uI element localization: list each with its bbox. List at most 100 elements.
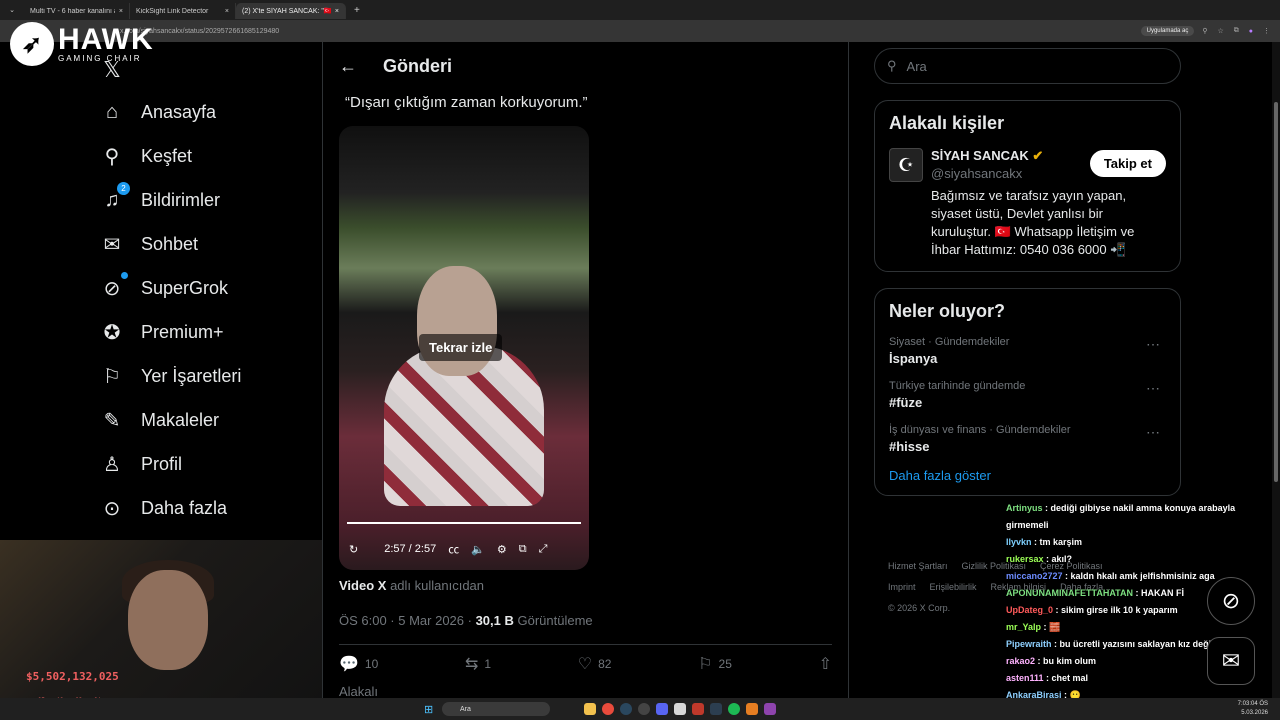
app-icon[interactable] (746, 703, 758, 715)
star-icon[interactable]: ☆ (1217, 27, 1223, 35)
steam-icon[interactable] (620, 703, 632, 715)
related-people-card: Alakalı kişiler ☪ SİYAH SANCAK ✔ @siyahs… (874, 100, 1181, 272)
popout-icon[interactable]: ⧉ (519, 543, 527, 556)
chat-username[interactable]: Artinyus (1006, 503, 1043, 513)
follow-button[interactable]: Takip et (1089, 150, 1166, 177)
replay-button[interactable]: Tekrar izle (419, 334, 503, 361)
open-in-app-button[interactable]: Uygulamada aç (1140, 26, 1195, 36)
tab-multitv[interactable]: Multi TV - 6 haber kanalını aynı× (24, 3, 130, 19)
scrollbar-thumb[interactable] (1274, 102, 1278, 482)
repost-button[interactable]: ⇆ 1 (465, 654, 491, 674)
heart-icon: ♡ (577, 656, 593, 673)
bookmark-button[interactable]: ⚐ 25 (698, 654, 732, 674)
new-tab-icon[interactable]: + (354, 5, 360, 16)
more-options-icon[interactable]: ⋯ (1146, 424, 1160, 441)
video-player[interactable]: Tekrar izle ↻ 2:57 / 2:57 ㏄ 🔈 ⚙ ⧉ ⤢ (339, 126, 589, 570)
home-icon: ⌂ (105, 100, 119, 123)
show-more-link[interactable]: Daha fazla göster (889, 468, 1166, 483)
post-timestamp[interactable]: ÖS 6:00 · 5 Mar 2026 · (339, 613, 476, 628)
close-icon[interactable]: × (119, 8, 123, 15)
nav-bookmarks[interactable]: ⚐ Yer İşaretleri (100, 354, 241, 398)
chat-username[interactable]: Pipewraith (1006, 639, 1052, 649)
menu-icon[interactable]: ⋮ (1263, 27, 1270, 35)
money-counter: $5,502,132,025 (26, 670, 119, 683)
grok-floating-button[interactable]: ⊘ (1207, 577, 1255, 625)
app-icon[interactable] (764, 703, 776, 715)
chat-username[interactable]: Ilyvkn (1006, 537, 1032, 547)
zoom-icon[interactable]: ⚲ (1202, 27, 1207, 35)
extensions-icon[interactable]: ⧉ (1234, 27, 1239, 35)
close-icon[interactable]: × (225, 8, 229, 15)
chat-text: : HAKAN Fİ (1132, 588, 1184, 598)
nav-messages[interactable]: ✉ Sohbet (100, 222, 241, 266)
hawk-logo-icon: ➶ (10, 22, 54, 66)
like-button[interactable]: ♡ 82 (578, 654, 612, 674)
tab-menu-icon[interactable]: ⌄ (0, 6, 24, 14)
windows-start-icon[interactable]: ⊞ (424, 703, 433, 716)
footer-link[interactable]: Erişilebilirlik (930, 582, 977, 592)
trend-item[interactable]: Türkiye tarihinde gündemde #füze ⋯ (889, 380, 1166, 410)
back-arrow-icon[interactable]: ← (339, 56, 357, 77)
chat-username[interactable]: miccano2727 (1006, 571, 1063, 581)
chat-text: : chet mal (1043, 673, 1089, 683)
settings-gear-icon[interactable]: ⚙ (497, 543, 507, 556)
nav-supergrok[interactable]: ⊘ SuperGrok (100, 266, 241, 310)
messages-floating-button[interactable]: ✉ (1207, 637, 1255, 685)
nav-explore[interactable]: ⚲ Keşfet (100, 134, 241, 178)
app-icon[interactable] (674, 703, 686, 715)
chat-username[interactable]: APONUNAMINAFETTAHATAN (1006, 588, 1133, 598)
taskbar-search[interactable]: Ara (442, 702, 550, 716)
webcam-face (128, 570, 208, 670)
fullscreen-icon[interactable]: ⤢ (539, 543, 548, 556)
taskbar-clock[interactable]: 7:03:04 ÖS 5.03.2026 (1238, 700, 1268, 718)
repost-icon: ⇆ (464, 656, 479, 673)
spotify-icon[interactable] (728, 703, 740, 715)
replay-icon[interactable]: ↻ (349, 543, 358, 556)
discord-icon[interactable] (656, 703, 668, 715)
profile-avatar[interactable]: ● (1249, 28, 1253, 35)
webcam-overlay: $5,502,132,025 05120304 (0, 540, 322, 710)
search-input[interactable]: ⚲ Ara (874, 48, 1181, 84)
footer-link[interactable]: Hizmet Şartları (888, 561, 948, 571)
chat-text: : sikim girse ilk 10 k yaparım (1053, 605, 1178, 615)
app-icon[interactable] (710, 703, 722, 715)
nav-more[interactable]: ⊙ Daha fazla (100, 486, 241, 530)
avatar[interactable]: ☪ (889, 148, 923, 182)
explorer-icon[interactable] (584, 703, 596, 715)
app-icon[interactable] (692, 703, 704, 715)
nav-home[interactable]: ⌂ Anasayfa (100, 90, 241, 134)
search-icon: ⚲ (887, 58, 897, 73)
more-options-icon[interactable]: ⋯ (1146, 380, 1160, 397)
nav-articles[interactable]: ✎ Makaleler (100, 398, 241, 442)
share-button[interactable]: ⇧ (819, 654, 832, 674)
chat-message: rukersax : akıl? (1006, 551, 1270, 568)
chat-username[interactable]: UpDateg_0 (1006, 605, 1053, 615)
trend-item[interactable]: Siyaset · Gündemdekiler İspanya ⋯ (889, 336, 1166, 366)
chat-text: : bu kim olum (1035, 656, 1097, 666)
video-source-name[interactable]: Video X (339, 578, 386, 593)
trend-item[interactable]: İş dünyası ve finans · Gündemdekiler #his… (889, 424, 1166, 454)
volume-icon[interactable]: 🔈 (471, 543, 485, 556)
related-section-label: Alakalı (339, 684, 379, 699)
reply-button[interactable]: 💬 10 (339, 654, 378, 674)
tab-x-post[interactable]: (2) X'te SİYAH SANCAK: "🇹🇷 2 × (236, 3, 346, 19)
url-field[interactable]: x.com/siyahsancakx/status/20295726616851… (120, 28, 1141, 35)
nav-premium[interactable]: ✪ Premium+ (100, 310, 241, 354)
more-options-icon[interactable]: ⋯ (1146, 336, 1160, 353)
footer-link[interactable]: Imprint (888, 582, 916, 592)
person-item[interactable]: ☪ SİYAH SANCAK ✔ @siyahsancakx Bağımsız … (889, 148, 1166, 259)
chrome-icon[interactable] (602, 703, 614, 715)
chat-username[interactable]: rakao2 (1006, 656, 1035, 666)
close-icon[interactable]: × (335, 8, 339, 15)
chat-username[interactable]: mr_Yalp (1006, 622, 1041, 632)
captions-icon[interactable]: ㏄ (448, 541, 459, 557)
nav-profile[interactable]: ♙ Profil (100, 442, 241, 486)
obs-icon[interactable] (638, 703, 650, 715)
nav-notifications[interactable]: ♫ 2 Bildirimler (100, 178, 241, 222)
video-progress-bar[interactable] (347, 522, 581, 524)
tab-kicksight[interactable]: KickSight Link Detector × (130, 3, 236, 19)
grok-icon: ⊘ (100, 272, 128, 300)
chat-username[interactable]: rukersax (1006, 554, 1044, 564)
scrollbar[interactable] (1272, 42, 1280, 698)
chat-username[interactable]: asten111 (1006, 673, 1044, 683)
